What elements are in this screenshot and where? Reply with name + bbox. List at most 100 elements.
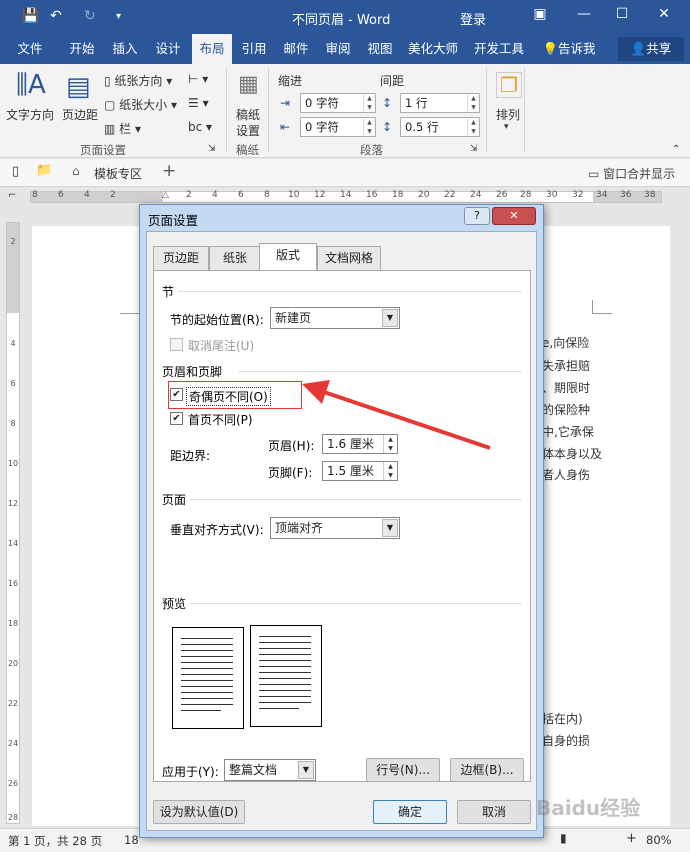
chevron-down-icon[interactable]: ▼	[382, 309, 398, 327]
share-button[interactable]: 👤共享	[618, 37, 684, 61]
divider	[268, 68, 269, 152]
arrange-icon[interactable]: ❐	[496, 72, 522, 98]
hyphenation-icon[interactable]: bc ▾	[188, 120, 212, 134]
template-zone-tab[interactable]: 模板专区	[94, 165, 142, 182]
valign-label: 垂直对齐方式(V):	[170, 523, 264, 537]
minimize-icon[interactable]: —	[574, 6, 594, 26]
line-numbers-icon[interactable]: ☰ ▾	[188, 96, 209, 110]
tab-stop-icon[interactable]: ⌐	[8, 190, 16, 201]
dialog-close-button[interactable]: ✕	[492, 207, 536, 225]
columns-button[interactable]: ▥ 栏 ▾	[104, 120, 141, 137]
tab-layout[interactable]: 布局	[192, 34, 232, 64]
valign-select[interactable]: 顶端对齐 ▼	[270, 517, 400, 539]
tab-references[interactable]: 引用	[234, 34, 274, 64]
maximize-icon[interactable]: ☐	[612, 6, 632, 26]
word-count[interactable]: 18	[124, 833, 139, 847]
manuscript-label[interactable]: 稿纸	[236, 106, 260, 123]
paragraph-group-label: 段落	[360, 143, 383, 157]
add-tab-button[interactable]: +	[162, 161, 176, 181]
help-button[interactable]: ?	[464, 207, 490, 225]
breaks-icon[interactable]: ⊢ ▾	[188, 72, 208, 86]
indent-left-input[interactable]: 0 字符 ▲ ▼	[300, 93, 376, 113]
borders-button[interactable]: 边框(B)...	[450, 758, 524, 782]
tab-home[interactable]: 开始	[60, 34, 104, 64]
ruler-tick: 30	[546, 190, 558, 200]
sign-in-link[interactable]: 登录	[460, 9, 486, 28]
tab-mailings[interactable]: 邮件	[276, 34, 316, 64]
margins-label[interactable]: 页边距	[62, 106, 98, 123]
collapse-ribbon-icon[interactable]: ⌃	[672, 144, 680, 155]
line-numbers-button[interactable]: 行号(N)...	[366, 758, 440, 782]
folder-icon[interactable]: 📁	[36, 163, 52, 178]
tab-insert[interactable]: 插入	[104, 34, 146, 64]
arrange-dropdown-icon[interactable]: ▾	[504, 122, 509, 132]
chevron-down-icon[interactable]: ▼	[298, 761, 314, 779]
page-setup-launcher-icon[interactable]: ⇲	[208, 144, 216, 154]
section-start-select[interactable]: 新建页 ▼	[270, 307, 400, 329]
arrow-shaft	[317, 388, 491, 450]
zoom-in-icon[interactable]: +	[626, 831, 637, 846]
customize-toolbar-icon[interactable]: ▾	[116, 11, 121, 22]
margin-corner	[120, 300, 140, 314]
suppress-endnotes-label[interactable]: 取消尾注(U)	[188, 337, 254, 354]
doc-line: 中,它承保	[542, 425, 594, 439]
merge-window-button[interactable]: ▭ 窗口合并显示	[588, 165, 675, 182]
paragraph-launcher-icon[interactable]: ⇲	[470, 144, 478, 154]
odd-even-checkbox[interactable]: ✔	[170, 388, 183, 401]
set-default-button[interactable]: 设为默认值(D)	[153, 800, 245, 824]
page-setup-group-label: 页面设置	[80, 143, 126, 157]
footer-distance-input[interactable]: 1.5 厘米 ▲ ▼	[322, 461, 398, 481]
text-direction-label[interactable]: 文字方向	[6, 106, 54, 123]
indent-right-icon: ⇤	[280, 120, 291, 134]
spin-arrows-icon[interactable]: ▲ ▼	[467, 94, 479, 112]
spin-arrows-icon[interactable]: ▲ ▼	[363, 94, 375, 112]
chevron-down-icon[interactable]: ▼	[382, 519, 398, 537]
dialog-tab-layout[interactable]: 版式	[259, 243, 317, 271]
spacing-after-input[interactable]: 0.5 行 ▲ ▼	[400, 117, 480, 137]
size-button[interactable]: ▢ 纸张大小 ▾	[104, 96, 177, 113]
suppress-endnotes-checkbox[interactable]	[170, 338, 183, 351]
ruler-tick: 32	[572, 190, 584, 200]
page-count[interactable]: 第 1 页，共 28 页	[8, 833, 102, 849]
save-icon[interactable]: 💾	[22, 8, 39, 24]
first-page-label[interactable]: 首页不同(P)	[188, 411, 253, 428]
arrange-label[interactable]: 排列	[496, 106, 520, 123]
ribbon-display-icon[interactable]: ▣	[530, 6, 550, 26]
tab-beautify[interactable]: 美化大师	[402, 34, 464, 64]
manuscript-icon[interactable]: ▦	[238, 72, 259, 97]
text-direction-icon[interactable]: ⫼A	[16, 70, 46, 101]
dialog-tab-paper[interactable]: 纸张	[209, 246, 261, 270]
apply-to-select[interactable]: 整篇文档 ▼	[224, 759, 316, 781]
dialog-tab-margins[interactable]: 页边距	[153, 246, 209, 270]
tab-file[interactable]: 文件	[8, 34, 52, 64]
ruler-indent-marker-icon[interactable]: △	[162, 190, 169, 200]
ok-button[interactable]: 确定	[373, 800, 447, 824]
redo-icon[interactable]: ↻	[84, 8, 96, 24]
first-page-checkbox[interactable]: ✔	[170, 412, 183, 425]
new-doc-icon[interactable]: ▯	[12, 164, 19, 179]
divider	[486, 68, 487, 152]
tab-design[interactable]: 设计	[146, 34, 190, 64]
undo-icon[interactable]: ↶	[50, 8, 62, 24]
tab-developer[interactable]: 开发工具	[468, 34, 530, 64]
tell-me-search[interactable]: 💡告诉我	[536, 34, 602, 64]
divider	[178, 291, 522, 292]
dialog-tab-doc-grid[interactable]: 文档网格	[317, 246, 381, 270]
vertical-ruler[interactable]: 2 4 6 8 10 12 14 16 18 20 22 24 26 28	[6, 222, 20, 824]
spacing-before-input[interactable]: 1 行 ▲ ▼	[400, 93, 480, 113]
lightbulb-icon: 💡	[542, 41, 559, 56]
orientation-button[interactable]: ▯ 纸张方向 ▾	[104, 72, 172, 89]
tab-review[interactable]: 审阅	[318, 34, 358, 64]
spin-arrows-icon[interactable]: ▲ ▼	[467, 118, 479, 136]
spin-arrows-icon[interactable]: ▲ ▼	[383, 462, 397, 480]
cancel-button[interactable]: 取消	[457, 800, 531, 824]
zoom-slider-icon[interactable]: ▮	[560, 831, 567, 845]
margins-icon[interactable]: ▤	[66, 72, 91, 102]
close-window-icon[interactable]: ✕	[654, 6, 674, 26]
zoom-level[interactable]: 80%	[646, 833, 672, 847]
manuscript-label-2[interactable]: 设置	[236, 122, 260, 139]
spin-arrows-icon[interactable]: ▲ ▼	[363, 118, 375, 136]
indent-right-input[interactable]: 0 字符 ▲ ▼	[300, 117, 376, 137]
tab-view[interactable]: 视图	[360, 34, 400, 64]
odd-even-label[interactable]: 奇偶页不同(O)	[186, 387, 271, 406]
